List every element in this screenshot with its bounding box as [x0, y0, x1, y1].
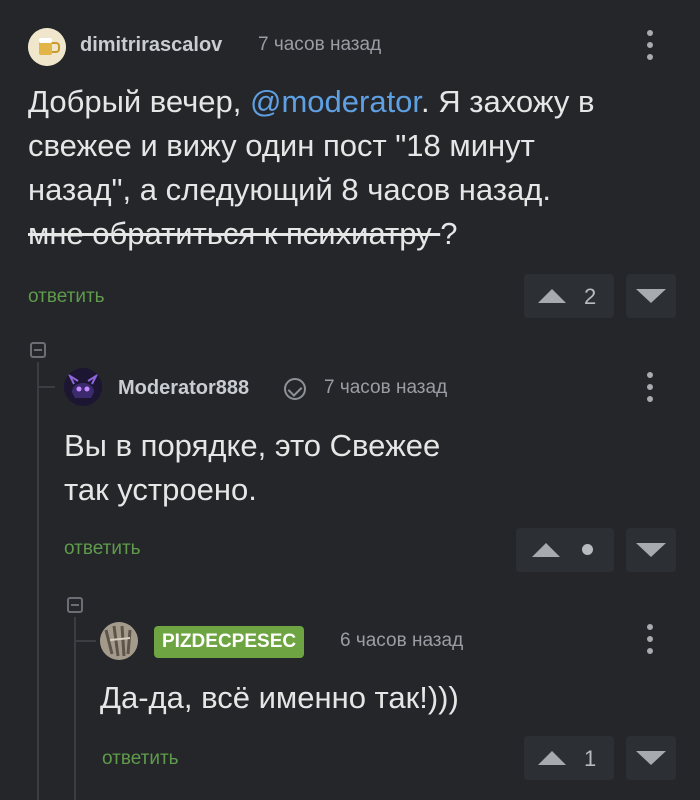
comment-line: мне обратиться к психиатру ? — [28, 212, 678, 256]
strikethrough-text: мне обратиться к психиатру — [28, 216, 441, 251]
downvote-arrow-icon — [636, 289, 666, 303]
comment-line: Добрый вечер, @moderator. Я захожу в — [28, 80, 678, 124]
vote-hidden-dot — [582, 544, 593, 555]
comment-line: так устроено. — [64, 472, 257, 507]
timestamp: 7 часов назад — [324, 377, 448, 398]
text-fragment: Добрый вечер, — [28, 84, 250, 119]
photo-avatar-icon[interactable] — [100, 622, 138, 660]
comment-line: Вы в порядке, это Свежее — [64, 428, 441, 463]
downvote-arrow-icon — [636, 543, 666, 557]
comments-thread: dimitrirascalov 7 часов назад Добрый веч… — [0, 0, 700, 800]
vote-count: 1 — [584, 746, 597, 771]
moderator-mask-avatar-icon[interactable] — [64, 368, 102, 406]
downvote-arrow-icon — [636, 751, 666, 765]
vote-count: 2 — [584, 284, 597, 309]
text-fragment: ? — [440, 216, 458, 251]
upvote-arrow-icon — [538, 751, 566, 765]
username[interactable]: dimitrirascalov — [80, 34, 222, 57]
upvote-button[interactable]: 1 — [524, 736, 614, 780]
comment-text: Добрый вечер, @moderator. Я захожу в све… — [28, 80, 678, 256]
downvote-button[interactable] — [626, 528, 676, 572]
reply-button[interactable]: ответить — [28, 286, 105, 308]
mention-link[interactable]: @moderator — [250, 84, 421, 119]
upvote-arrow-icon — [532, 543, 560, 557]
timestamp: 7 часов назад — [258, 34, 382, 55]
comment-dimitrirascalov: dimitrirascalov 7 часов назад Добрый веч… — [0, 0, 700, 330]
moderator-verified-icon — [284, 378, 306, 400]
reply-button[interactable]: ответить — [102, 748, 179, 770]
username-badge[interactable]: PIZDECPESEC — [154, 626, 305, 658]
comment-line: Да-да, всё именно так!))) — [100, 680, 459, 715]
downvote-button[interactable] — [626, 736, 676, 780]
comment-pizdecpesec: PIZDECPESEC 6 часов назад Да-да, всё име… — [0, 590, 700, 800]
username[interactable]: Moderator888 — [118, 377, 249, 400]
upvote-button[interactable]: 2 — [524, 274, 614, 318]
comment-line: назад", а следующий 8 часов назад. — [28, 172, 551, 207]
comment-line: свежее и вижу один пост "18 минут — [28, 128, 535, 163]
text-fragment: . Я захожу в — [421, 84, 595, 119]
upvote-arrow-icon — [538, 289, 566, 303]
beer-mug-avatar-icon[interactable] — [28, 28, 66, 66]
more-options-icon[interactable] — [638, 28, 662, 64]
more-options-icon[interactable] — [638, 370, 662, 406]
comment-text: Вы в порядке, это Свежее так устроено. — [64, 424, 664, 512]
downvote-button[interactable] — [626, 274, 676, 318]
comment-text: Да-да, всё именно так!))) — [100, 676, 660, 720]
comment-moderator888: Moderator888 7 часов назад Вы в порядке,… — [0, 330, 700, 590]
timestamp: 6 часов назад — [340, 630, 464, 651]
upvote-button[interactable] — [516, 528, 614, 572]
more-options-icon[interactable] — [638, 622, 662, 658]
reply-button[interactable]: ответить — [64, 538, 141, 560]
